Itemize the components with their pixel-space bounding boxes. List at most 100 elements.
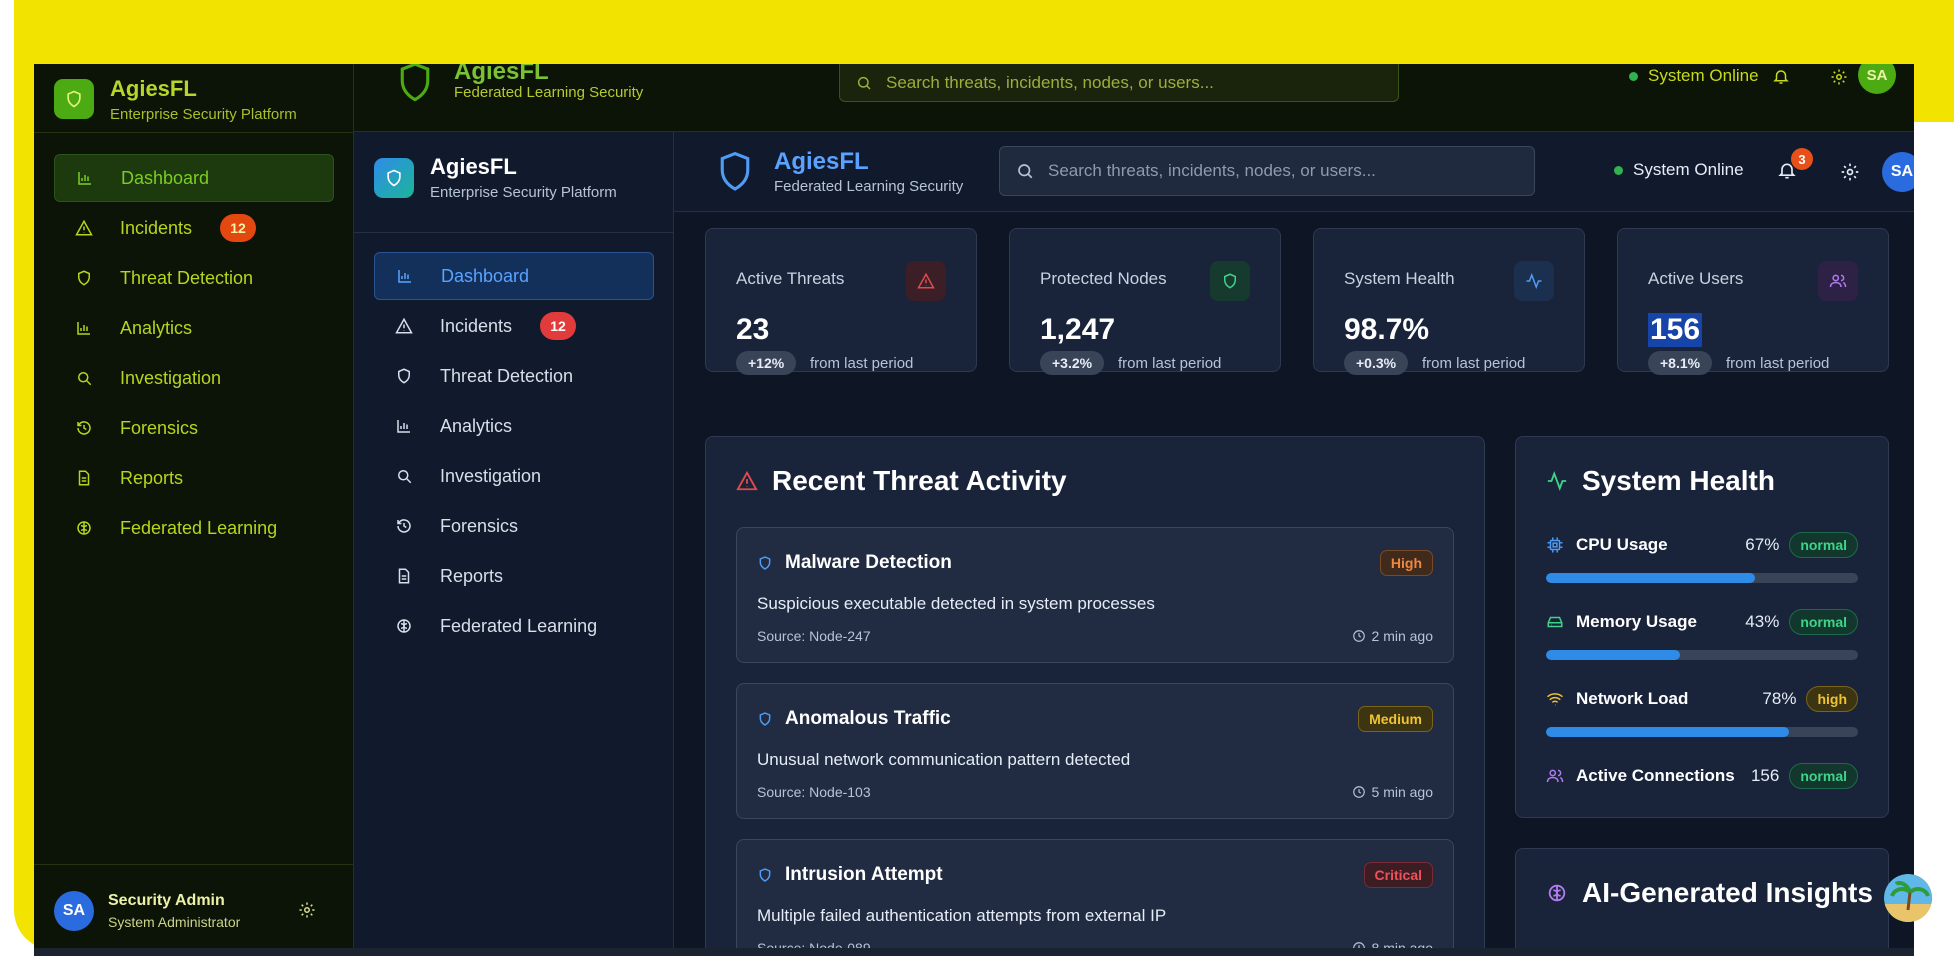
nav-label: Forensics [120,417,199,438]
metric-status: normal [1789,609,1858,635]
outer-nav-incidents[interactable]: Incidents 12 [54,204,334,252]
sidebar-item-threat-detection[interactable]: Threat Detection [374,352,654,400]
bell-icon[interactable] [1772,67,1790,92]
activity-icon [1546,470,1568,492]
outer-nav-threat-detection[interactable]: Threat Detection [54,254,334,302]
outer-header-title: AgiesFL [454,64,549,85]
nav-label: Threat Detection [120,267,254,288]
sidebar-item-incidents[interactable]: Incidents 12 [374,302,654,350]
outer-nav-reports[interactable]: Reports [54,454,334,502]
progress-fill [1546,727,1790,737]
panel-title-text: AI-Generated Insights [1582,877,1873,908]
sidebar-item-label: Dashboard [441,265,530,286]
shield-icon [757,710,773,728]
user-role: System Administrator [108,913,241,930]
status-indicator: System Online [1629,64,1759,88]
threat-title: Intrusion Attempt [785,864,943,885]
panel-title: System Health [1546,465,1775,497]
stat-card-active-users: Active Users 156 +8.1% from last period [1617,228,1889,375]
outer-search-input[interactable]: Search threats, incidents, nodes, or use… [839,64,1399,102]
stat-label: Active Threats [736,269,845,288]
status-text: System Online [1648,66,1759,85]
threat-description: Unusual network communication pattern de… [757,750,1131,769]
metric-label: CPU Usage [1576,535,1668,554]
metric-value: 43% [1745,612,1780,631]
metric-value: 67% [1745,535,1780,554]
progress-fill [1546,650,1681,660]
status-indicator: System Online [1614,160,1744,180]
hard-drive-icon [1546,613,1564,631]
threat-item[interactable]: Intrusion Attempt Critical Multiple fail… [736,839,1454,956]
window-bottom-edge [34,948,1914,956]
ai-insights-panel: AI-Generated Insights [1515,848,1889,956]
shield-icon [54,79,94,119]
threat-item[interactable]: Malware Detection High Suspicious execut… [736,527,1454,663]
avatar: SA [54,890,94,931]
sidebar-item-forensics[interactable]: Forensics [374,502,654,550]
outer-nav-forensics[interactable]: Forensics [54,404,334,452]
metric-status: high [1806,686,1858,712]
severity-badge: High [1379,550,1433,576]
sidebar-item-investigation[interactable]: Investigation [374,452,654,500]
stat-period: from last period [810,355,914,372]
brand-title: AgiesFL [430,154,517,179]
sidebar-item-label: Investigation [440,465,542,486]
history-icon [394,516,414,536]
alert-triangle-icon [394,316,414,336]
status-dot [1629,71,1638,81]
outer-nav-investigation[interactable]: Investigation [54,354,334,402]
stat-label: Protected Nodes [1040,269,1167,288]
document-icon [74,468,94,488]
stat-label: Active Users [1648,269,1744,288]
shield-icon [757,554,773,572]
progress-bar [1546,650,1858,660]
users-icon [1546,767,1564,785]
panel-title-text: Recent Threat Activity [772,465,1067,496]
sidebar-item-analytics[interactable]: Analytics [374,402,654,450]
clock-icon [1352,629,1366,643]
sidebar-item-reports[interactable]: Reports [374,552,654,600]
gear-icon[interactable] [298,901,316,924]
stat-card-active-threats: Active Threats 23 +12% from last period [705,228,977,375]
user-profile[interactable]: SA Security Admin System Administrator [34,864,354,956]
avatar[interactable]: SA [1858,64,1896,94]
stat-card-protected-nodes: Protected Nodes 1,247 +3.2% from last pe… [1009,228,1281,375]
sidebar-item-federated-learning[interactable]: Federated Learning [374,602,654,650]
outer-nav-analytics[interactable]: Analytics [54,304,334,352]
alert-triangle-icon [736,470,758,492]
bar-chart-icon [394,416,414,436]
threat-description: Multiple failed authentication attempts … [757,906,1167,925]
gear-icon[interactable] [1830,68,1848,91]
stat-period: from last period [1726,355,1830,372]
divider [354,232,674,233]
shield-icon [74,268,94,288]
search-icon [74,368,94,388]
sidebar-item-dashboard[interactable]: Dashboard [374,252,654,300]
clock-icon [1352,785,1366,799]
activity-icon [1514,261,1554,301]
sidebar-item-label: Incidents [440,315,513,336]
sidebar-nav: Dashboard Incidents 12 Threat Detection … [374,252,654,652]
outer-header-subtitle: Federated Learning Security [454,84,644,101]
threat-time: 2 min ago [1371,628,1433,644]
stat-period: from last period [1118,355,1222,372]
shield-icon [394,366,414,386]
threat-item[interactable]: Anomalous Traffic Medium Unusual network… [736,683,1454,819]
search-input[interactable]: Search threats, incidents, nodes, or use… [999,146,1535,196]
panel-title: AI-Generated Insights [1546,877,1873,909]
incidents-badge: 12 [220,214,257,242]
stat-value: 1,247 [1040,313,1116,346]
gear-icon[interactable] [1840,162,1860,187]
stat-change: +12% [736,351,797,375]
outer-nav-federated-learning[interactable]: Federated Learning [54,504,334,552]
avatar[interactable]: SA [1882,152,1914,192]
users-icon [1818,261,1858,301]
search-icon [856,75,872,91]
brand-subtitle: Enterprise Security Platform [430,184,617,201]
palm-tree-icon[interactable] [1884,874,1932,922]
outer-nav-dashboard[interactable]: Dashboard [54,154,334,202]
metric-status: normal [1789,763,1858,789]
threat-description: Suspicious executable detected in system… [757,594,1155,613]
metric-label: Network Load [1576,689,1689,708]
stat-card-system-health: System Health 98.7% +0.3% from last peri… [1313,228,1585,375]
